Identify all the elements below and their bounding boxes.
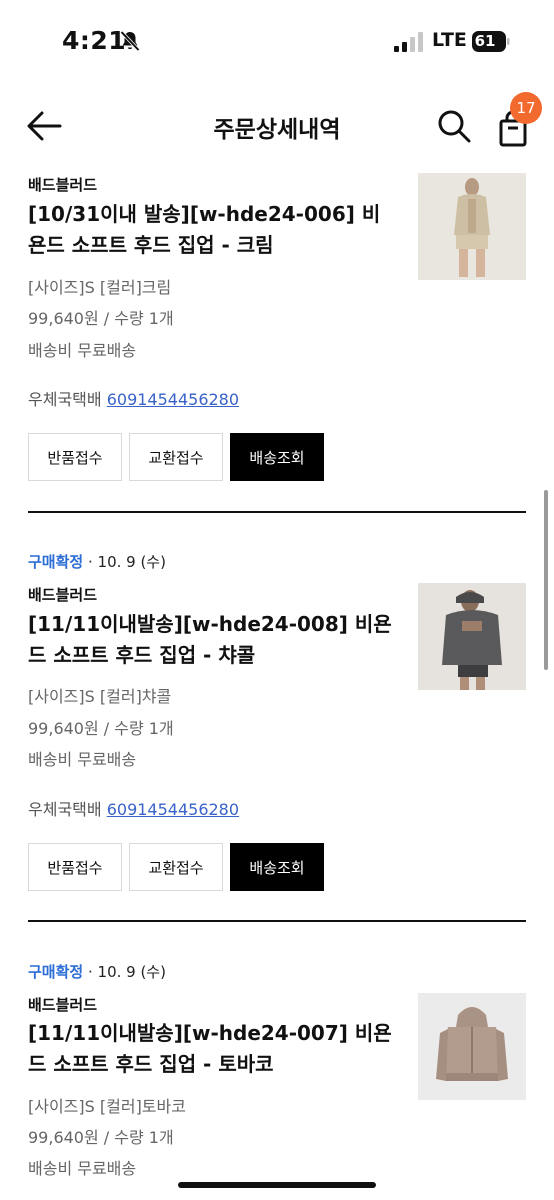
return-request-button[interactable]: 반품접수 [28, 433, 122, 481]
bell-muted-icon [120, 30, 140, 52]
product-options: [사이즈]S [컬러]토바코 [28, 1097, 186, 1116]
tracking-number-link[interactable]: 6091454456280 [107, 800, 239, 819]
courier-info: 우체국택배 6091454456280 [28, 796, 239, 820]
return-request-button[interactable]: 반품접수 [28, 843, 122, 891]
product-thumbnail[interactable] [418, 173, 526, 280]
battery-level: 61 [474, 32, 496, 50]
price-quantity: 99,640원 / 수량 1개 [28, 309, 174, 328]
product-thumbnail[interactable] [418, 993, 526, 1100]
courier-name: 우체국택배 [28, 800, 102, 819]
purchase-confirmed-label: 구매확정 [28, 553, 84, 571]
order-date: · 10. 9 (수) [87, 963, 166, 981]
cart-count-badge: 17 [510, 92, 542, 124]
order-status: 구매확정 · 10. 9 (수) [28, 961, 166, 982]
status-bar: 4:21 LTE 61 [0, 0, 554, 84]
exchange-request-button[interactable]: 교환접수 [129, 433, 223, 481]
product-thumbnail[interactable] [418, 583, 526, 690]
track-delivery-button[interactable]: 배송조회 [230, 433, 324, 481]
order-status: 구매확정 · 10. 9 (수) [28, 551, 166, 572]
price-quantity: 99,640원 / 수량 1개 [28, 1128, 174, 1147]
brand-name: 배드블러드 [28, 176, 98, 194]
section-divider [28, 511, 526, 513]
courier-info: 우체국택배 6091454456280 [28, 386, 239, 410]
brand-name: 배드블러드 [28, 996, 98, 1014]
product-name[interactable]: [11/11이내발송][w-hde24-008] 비욘드 소프트 후드 집업 -… [28, 609, 398, 671]
product-options: [사이즈]S [컬러]챠콜 [28, 687, 172, 706]
shipping-fee: 배송비 무료배송 [28, 750, 137, 769]
track-delivery-button[interactable]: 배송조회 [230, 843, 324, 891]
product-name[interactable]: [10/31이내 발송][w-hde24-006] 비욘드 소프트 후드 집업 … [28, 199, 398, 261]
product-name[interactable]: [11/11이내발송][w-hde24-007] 비욘드 소프트 후드 집업 -… [28, 1018, 398, 1080]
shipping-fee: 배송비 무료배송 [28, 1159, 137, 1178]
exchange-request-button[interactable]: 교환접수 [129, 843, 223, 891]
purchase-confirmed-label: 구매확정 [28, 963, 84, 981]
section-divider [28, 920, 526, 922]
product-options: [사이즈]S [컬러]크림 [28, 278, 172, 297]
tracking-number-link[interactable]: 6091454456280 [107, 390, 239, 409]
home-indicator[interactable] [178, 1182, 376, 1188]
network-type: LTE [432, 29, 467, 51]
order-date: · 10. 9 (수) [87, 553, 166, 571]
shipping-fee: 배송비 무료배송 [28, 341, 137, 360]
app-header: 주문상세내역 [0, 84, 554, 170]
price-quantity: 99,640원 / 수량 1개 [28, 719, 174, 738]
search-icon[interactable] [436, 108, 472, 144]
battery-icon: 61 [472, 31, 510, 52]
signal-icon [394, 32, 423, 52]
brand-name: 배드블러드 [28, 586, 98, 604]
scrollbar[interactable] [544, 490, 548, 670]
status-time: 4:21 [62, 26, 127, 55]
courier-name: 우체국택배 [28, 390, 102, 409]
